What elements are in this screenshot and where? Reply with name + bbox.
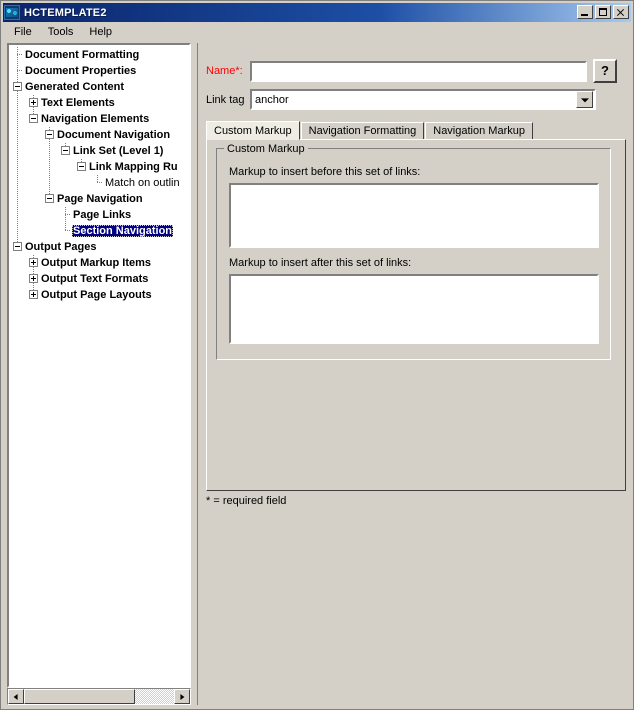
markup-before-textarea[interactable] — [229, 183, 599, 248]
tree-collapse-icon[interactable] — [61, 146, 70, 155]
navigation-tree: Document Formatting Document Properties Ge… — [9, 45, 189, 669]
tree-item[interactable]: Generated Content — [24, 79, 125, 95]
tree-connector-stub — [65, 230, 71, 231]
tree-item-label: Output Text Formats — [41, 273, 149, 285]
tab-navigation-formatting[interactable]: Navigation Formatting — [300, 122, 425, 140]
tree-item[interactable]: Output Pages — [24, 239, 98, 255]
tree-item-selected[interactable]: Section Navigation — [72, 223, 174, 239]
tree-expand-icon[interactable] — [29, 98, 38, 107]
help-button[interactable]: ? — [593, 59, 617, 83]
tree-collapse-icon[interactable] — [29, 114, 38, 123]
tree-collapse-icon[interactable] — [13, 82, 22, 91]
tree-item-label: Page Navigation — [57, 193, 143, 205]
tree-collapse-icon[interactable] — [45, 194, 54, 203]
markup-after-label: Markup to insert after this set of links… — [229, 257, 412, 269]
tree-connector-line — [17, 47, 18, 247]
tree-item[interactable]: Match on outlin — [104, 175, 181, 191]
tree-expand-icon[interactable] — [29, 258, 38, 267]
tree-expand-icon[interactable] — [29, 290, 38, 299]
scrollbar-thumb[interactable] — [24, 689, 135, 704]
window-title: HCTEMPLATE2 — [24, 6, 107, 19]
tree-item-label: Document Navigation — [57, 129, 171, 141]
custom-markup-groupbox: Custom Markup Markup to insert before th… — [216, 143, 611, 360]
menu-item-file[interactable]: File — [6, 24, 40, 40]
tree-item[interactable]: Document Navigation — [56, 127, 171, 143]
details-pane: Name*: ? Link tag anchor Custom Markup N… — [197, 43, 629, 705]
tree-item[interactable]: Output Markup Items — [40, 255, 152, 271]
tree-item[interactable]: Link Set (Level 1) — [72, 143, 164, 159]
tree-item-label: Output Page Layouts — [41, 289, 152, 301]
tree-item-label: Navigation Elements — [41, 113, 150, 125]
navigation-tree-panel[interactable]: Document Formatting Document Properties Ge… — [7, 43, 191, 688]
tree-collapse-icon[interactable] — [77, 162, 86, 171]
markup-after-textarea[interactable] — [229, 274, 599, 344]
tab-custom-markup[interactable]: Custom Markup — [206, 121, 300, 140]
minimize-button[interactable] — [577, 5, 593, 19]
tree-item-label: Link Mapping Ru — [89, 161, 178, 173]
application-window: HCTEMPLATE2 File Tools Help Document For… — [0, 0, 634, 710]
close-button[interactable] — [613, 5, 629, 19]
tree-horizontal-scrollbar[interactable] — [7, 688, 191, 705]
name-label: Name*: — [206, 65, 243, 77]
chevron-down-icon[interactable] — [576, 91, 593, 108]
linktag-field-row: Link tag anchor — [206, 89, 596, 110]
required-field-note: * = required field — [206, 495, 287, 507]
tree-connector-stub — [65, 214, 71, 215]
name-input[interactable] — [250, 60, 587, 82]
menu-bar: File Tools Help — [3, 23, 631, 41]
name-field-row: Name*: ? — [206, 59, 618, 83]
scroll-left-arrow-icon[interactable] — [8, 689, 24, 704]
scrollbar-track[interactable] — [24, 689, 174, 704]
markup-before-label: Markup to insert before this set of link… — [229, 166, 421, 178]
tree-connector-stub — [17, 70, 23, 71]
maximize-button[interactable] — [595, 5, 611, 19]
tree-item[interactable]: Page Links — [72, 207, 132, 223]
tree-item[interactable]: Text Elements — [40, 95, 116, 111]
tree-item-label: Page Links — [73, 209, 132, 221]
linktag-label: Link tag — [206, 93, 245, 106]
tree-item-label: Match on outlin — [105, 177, 180, 189]
tree-collapse-icon[interactable] — [13, 242, 22, 251]
tree-item-label: Link Set (Level 1) — [73, 145, 164, 157]
scroll-right-arrow-icon[interactable] — [174, 689, 190, 704]
app-icon — [4, 5, 20, 20]
tree-expand-icon[interactable] — [29, 274, 38, 283]
tree-item-label: Document Properties — [25, 65, 137, 77]
linktag-combobox[interactable]: anchor — [250, 89, 596, 110]
tree-item[interactable]: Output Page Layouts — [40, 287, 153, 303]
linktag-value: anchor — [255, 93, 289, 106]
tree-item[interactable]: Page Navigation — [56, 191, 144, 207]
tree-item[interactable]: Link Mapping Ru — [88, 159, 179, 175]
tree-item[interactable]: Output Text Formats — [40, 271, 149, 287]
tree-item-label: Document Formatting — [25, 49, 140, 61]
tree-collapse-icon[interactable] — [45, 130, 54, 139]
groupbox-title: Custom Markup — [224, 143, 308, 155]
tree-item[interactable]: Document Properties — [24, 63, 137, 79]
tree-item[interactable]: Navigation Elements — [40, 111, 150, 127]
tree-item-label: Generated Content — [25, 81, 125, 93]
menu-item-tools[interactable]: Tools — [40, 24, 82, 40]
tree-item-label: Section Navigation — [72, 225, 174, 237]
menu-item-help[interactable]: Help — [81, 24, 120, 40]
tree-connector-stub — [97, 182, 103, 183]
tab-navigation-markup[interactable]: Navigation Markup — [425, 122, 533, 140]
tree-connector-line — [65, 207, 66, 231]
tree-item-label: Output Markup Items — [41, 257, 152, 269]
tree-item-label: Output Pages — [25, 241, 97, 253]
tab-strip: Custom Markup Navigation Formatting Navi… — [206, 121, 626, 140]
title-bar: HCTEMPLATE2 — [3, 3, 631, 22]
window-controls — [577, 5, 629, 19]
tree-item[interactable]: Document Formatting — [24, 47, 140, 63]
tree-item-label: Text Elements — [41, 97, 115, 109]
tree-connector-stub — [17, 54, 23, 55]
tab-panel-custom-markup: Custom Markup Markup to insert before th… — [206, 139, 626, 491]
